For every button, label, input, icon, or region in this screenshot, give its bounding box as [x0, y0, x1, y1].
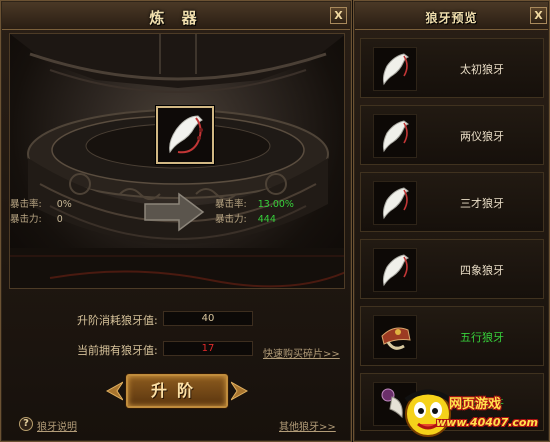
preview-titlebar: 狼牙预览 X [355, 2, 548, 30]
fang-name: 五行狼牙 [460, 331, 504, 344]
watermark-title: 网页游戏 [449, 397, 502, 412]
next-crit-rate-row: 暴击率: 13.00% [215, 196, 294, 210]
red-fang-icon [373, 315, 417, 359]
cost-field: 40 [163, 311, 253, 326]
owned-label: 当前拥有狼牙值: [77, 344, 158, 357]
site-watermark-badge [404, 389, 452, 437]
current-crit-power-row: 暴击力: 0 [10, 211, 63, 225]
quick-buy-link[interactable]: 快速购买碎片>> [263, 345, 340, 360]
fang-card-1[interactable]: 太初狼牙 [360, 38, 544, 98]
fang-guide-link[interactable]: 狼牙说明 [37, 418, 77, 433]
next-crit-power-row: 暴击力: 444 [215, 211, 276, 225]
refine-titlebar: 炼 器 X [2, 2, 350, 30]
fang-card-4[interactable]: 四象狼牙 [360, 239, 544, 299]
cost-label: 升阶消耗狼牙值: [77, 314, 158, 327]
preview-panel: 狼牙预览 X 太初狼牙 两仪狼牙 三才狼牙 四象狼牙 五行狼牙 六合狼牙 [353, 0, 550, 442]
other-fangs-link[interactable]: 其他狼牙>> [279, 418, 336, 433]
help-icon[interactable]: ? [19, 417, 33, 431]
current-crit-rate-value: 0% [56, 199, 72, 210]
white-fang-icon [373, 248, 417, 292]
fang-card-5[interactable]: 五行狼牙 [360, 306, 544, 366]
preview-title: 狼牙预览 [425, 11, 478, 25]
right-wing-ornament [231, 381, 249, 401]
next-crit-rate-value: 13.00% [257, 199, 294, 210]
refine-title: 炼 器 [149, 9, 203, 27]
fang-card-3[interactable]: 三才狼牙 [360, 172, 544, 232]
fang-name: 太初狼牙 [460, 63, 504, 76]
current-crit-rate-row: 暴击率: 0% [10, 196, 72, 210]
white-fang-icon [373, 181, 417, 225]
left-wing-ornament [105, 381, 123, 401]
white-fang-icon [373, 47, 417, 91]
selected-item-slot[interactable] [156, 106, 214, 164]
wolf-fang-icon [169, 115, 203, 154]
owned-field: 17 [163, 341, 253, 356]
upgrade-button[interactable]: 升阶 [126, 374, 228, 408]
watermark-url: www.40407.com [436, 416, 538, 429]
fang-name: 三才狼牙 [460, 197, 504, 210]
fang-name: 两仪狼牙 [460, 130, 504, 143]
current-crit-rate-label: 暴击率: [10, 199, 42, 210]
refine-panel: 炼 器 X 暴击率: 0% 暴击力: 0 暴击率: 13.00% 暴击力: 44… [0, 0, 352, 442]
next-crit-rate-label: 暴击率: [215, 199, 247, 210]
current-crit-power-value: 0 [56, 214, 63, 225]
next-crit-power-label: 暴击力: [215, 214, 247, 225]
arrow-right-icon [144, 192, 205, 232]
current-crit-power-label: 暴击力: [10, 214, 42, 225]
close-preview-button[interactable]: X [530, 7, 547, 24]
fang-name: 四象狼牙 [460, 264, 504, 277]
next-crit-power-value: 444 [257, 214, 276, 225]
white-fang-icon [373, 114, 417, 158]
fang-card-2[interactable]: 两仪狼牙 [360, 105, 544, 165]
furnace-scene: 暴击率: 0% 暴击力: 0 暴击率: 13.00% 暴击力: 444 [9, 33, 345, 289]
close-refine-button[interactable]: X [330, 7, 347, 24]
